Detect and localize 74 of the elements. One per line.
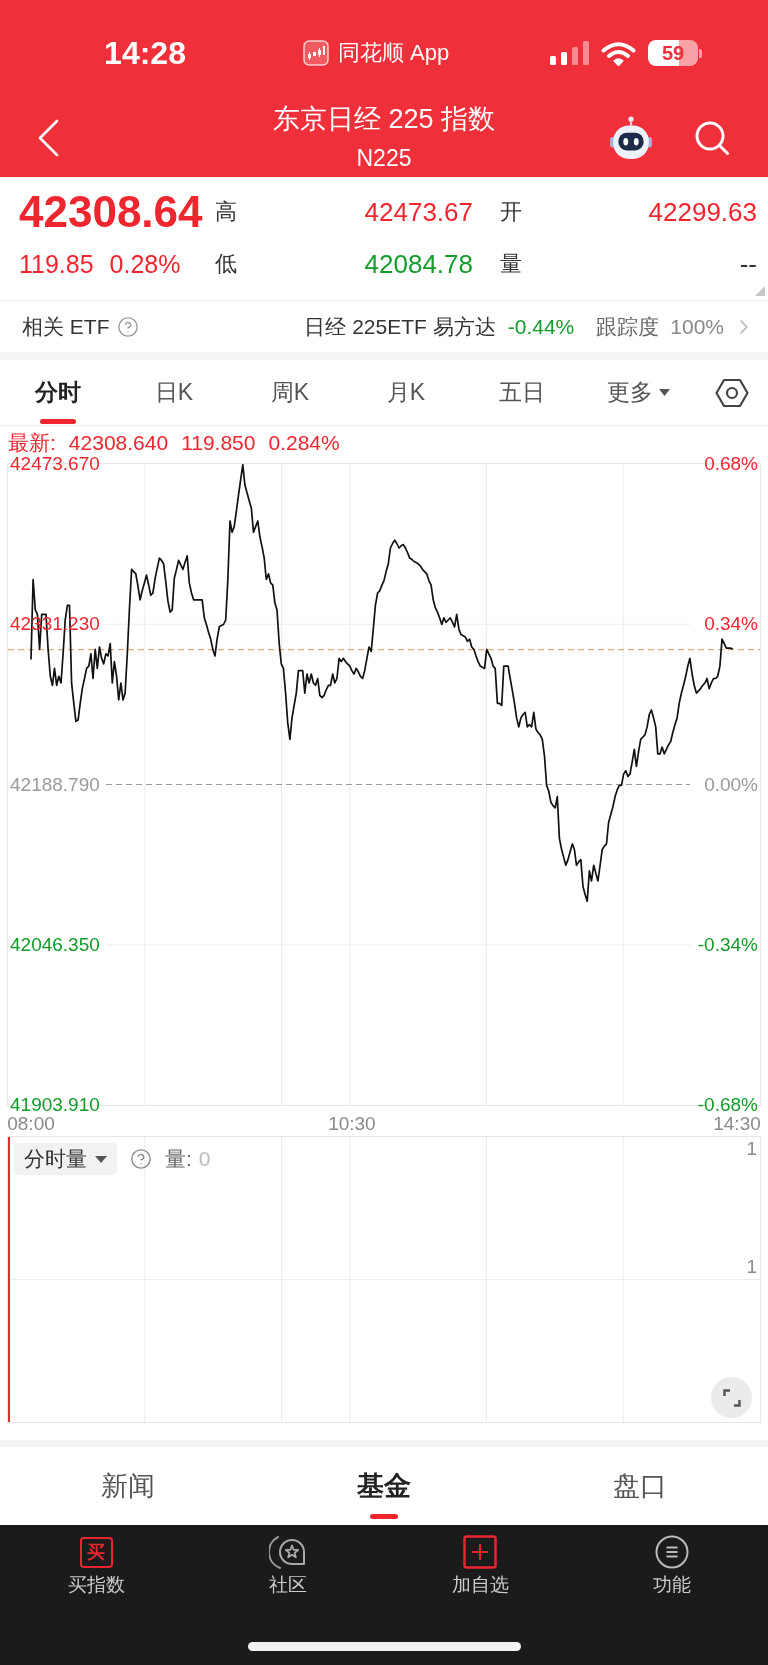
expand-icon [722,1388,741,1407]
percent-axis-label: 0.34% [704,615,758,634]
volume-axis-label: 1 [746,1137,757,1161]
price-axis-label: 42188.790 [10,775,100,794]
percent-axis-label: 0.68% [704,455,758,473]
volume-label: 量: [165,1146,192,1173]
price-change: 119.85 [19,251,94,277]
bottom-nav-button[interactable]: 买 买指数 [0,1534,192,1598]
volume-type-dropdown[interactable]: 分时量 [14,1143,117,1175]
tracking-value: 100% [670,313,724,340]
etf-section-label: 相关 ETF [22,313,110,340]
latest-value: 119.850 [181,432,256,453]
stat-label: 开 [500,201,522,223]
latest-value: 42308.640 [68,432,169,453]
chart-tab[interactable]: 更多 [580,360,696,425]
bottom-nav-button[interactable]: 功能 [576,1534,768,1598]
section-tab[interactable]: 盘口 [512,1447,768,1525]
chart-tab[interactable]: 分时 [0,360,116,425]
stat-value: 42473.67 [364,199,473,225]
stat-label: 高 [215,201,237,223]
percent-axis-label: 0.00% [704,775,758,794]
assistant-button[interactable] [610,115,652,160]
bottom-nav-button[interactable]: 加自选 [384,1534,576,1598]
help-icon[interactable] [116,315,139,338]
status-time: 14:28 [104,37,186,69]
app-logo-icon [303,40,329,66]
stat-label: 低 [215,253,237,275]
page-title: 东京日经 225 指数 [272,103,496,136]
stat-label: 量 [500,253,522,275]
help-icon[interactable] [130,1148,152,1170]
price-axis-label: 42473.670 [10,455,100,473]
section-tab[interactable]: 新闻 [0,1447,256,1525]
latest-value: 0.284% [268,432,340,453]
plus-square-icon [463,1535,497,1569]
stat-value: 42084.78 [364,251,473,277]
tracking-label: 跟踪度 [596,313,660,340]
time-axis-label: 14:30 [713,1114,761,1134]
stat-value: -- [739,251,757,277]
chart-tab[interactable]: 月K [348,360,464,425]
time-axis-label: 08:00 [7,1114,55,1134]
price-axis-label: 41903.910 [10,1096,100,1114]
percent-axis-label: -0.34% [697,935,758,954]
search-icon [694,119,730,156]
time-axis-label: 10:30 [327,1114,376,1134]
caret-down-icon [658,389,670,396]
signal-icon [550,41,589,65]
etf-change: -0.44% [507,313,575,340]
percent-axis-label: -0.68% [697,1096,758,1114]
latest-label: 最新: [8,432,56,453]
etf-fund-name[interactable]: 日经 225ETF 易方达 [304,310,496,343]
settings-icon [715,377,749,408]
chart-tab[interactable]: 五日 [464,360,580,425]
star-bubble-icon [269,1534,307,1570]
chart-tab[interactable]: 日K [116,360,232,425]
stat-value: 42299.63 [648,199,757,225]
volume-axis-label: 1 [746,1255,757,1279]
volume-value: 0 [198,1146,211,1173]
search-button[interactable] [694,119,730,156]
percent-change: 0.28% [109,251,181,277]
section-tab[interactable]: 基金 [256,1447,512,1525]
index-code: N225 [356,144,412,172]
app-name: 同花顺 App [338,42,450,64]
wifi-icon [601,40,636,66]
chevron-left-icon [37,118,59,157]
robot-icon [610,115,652,160]
caret-down-icon [95,1155,107,1163]
bottom-nav-button[interactable]: 社区 [192,1534,384,1598]
price-axis-label: 42046.350 [10,935,100,954]
corner-triangle-icon [755,286,765,296]
current-price: 42308.64 [19,190,203,234]
menu-circle-icon [655,1535,689,1569]
battery-percentage: 59 [661,43,685,63]
buy-icon: 买 [79,1536,113,1568]
chart-tab[interactable]: 周K [232,360,348,425]
